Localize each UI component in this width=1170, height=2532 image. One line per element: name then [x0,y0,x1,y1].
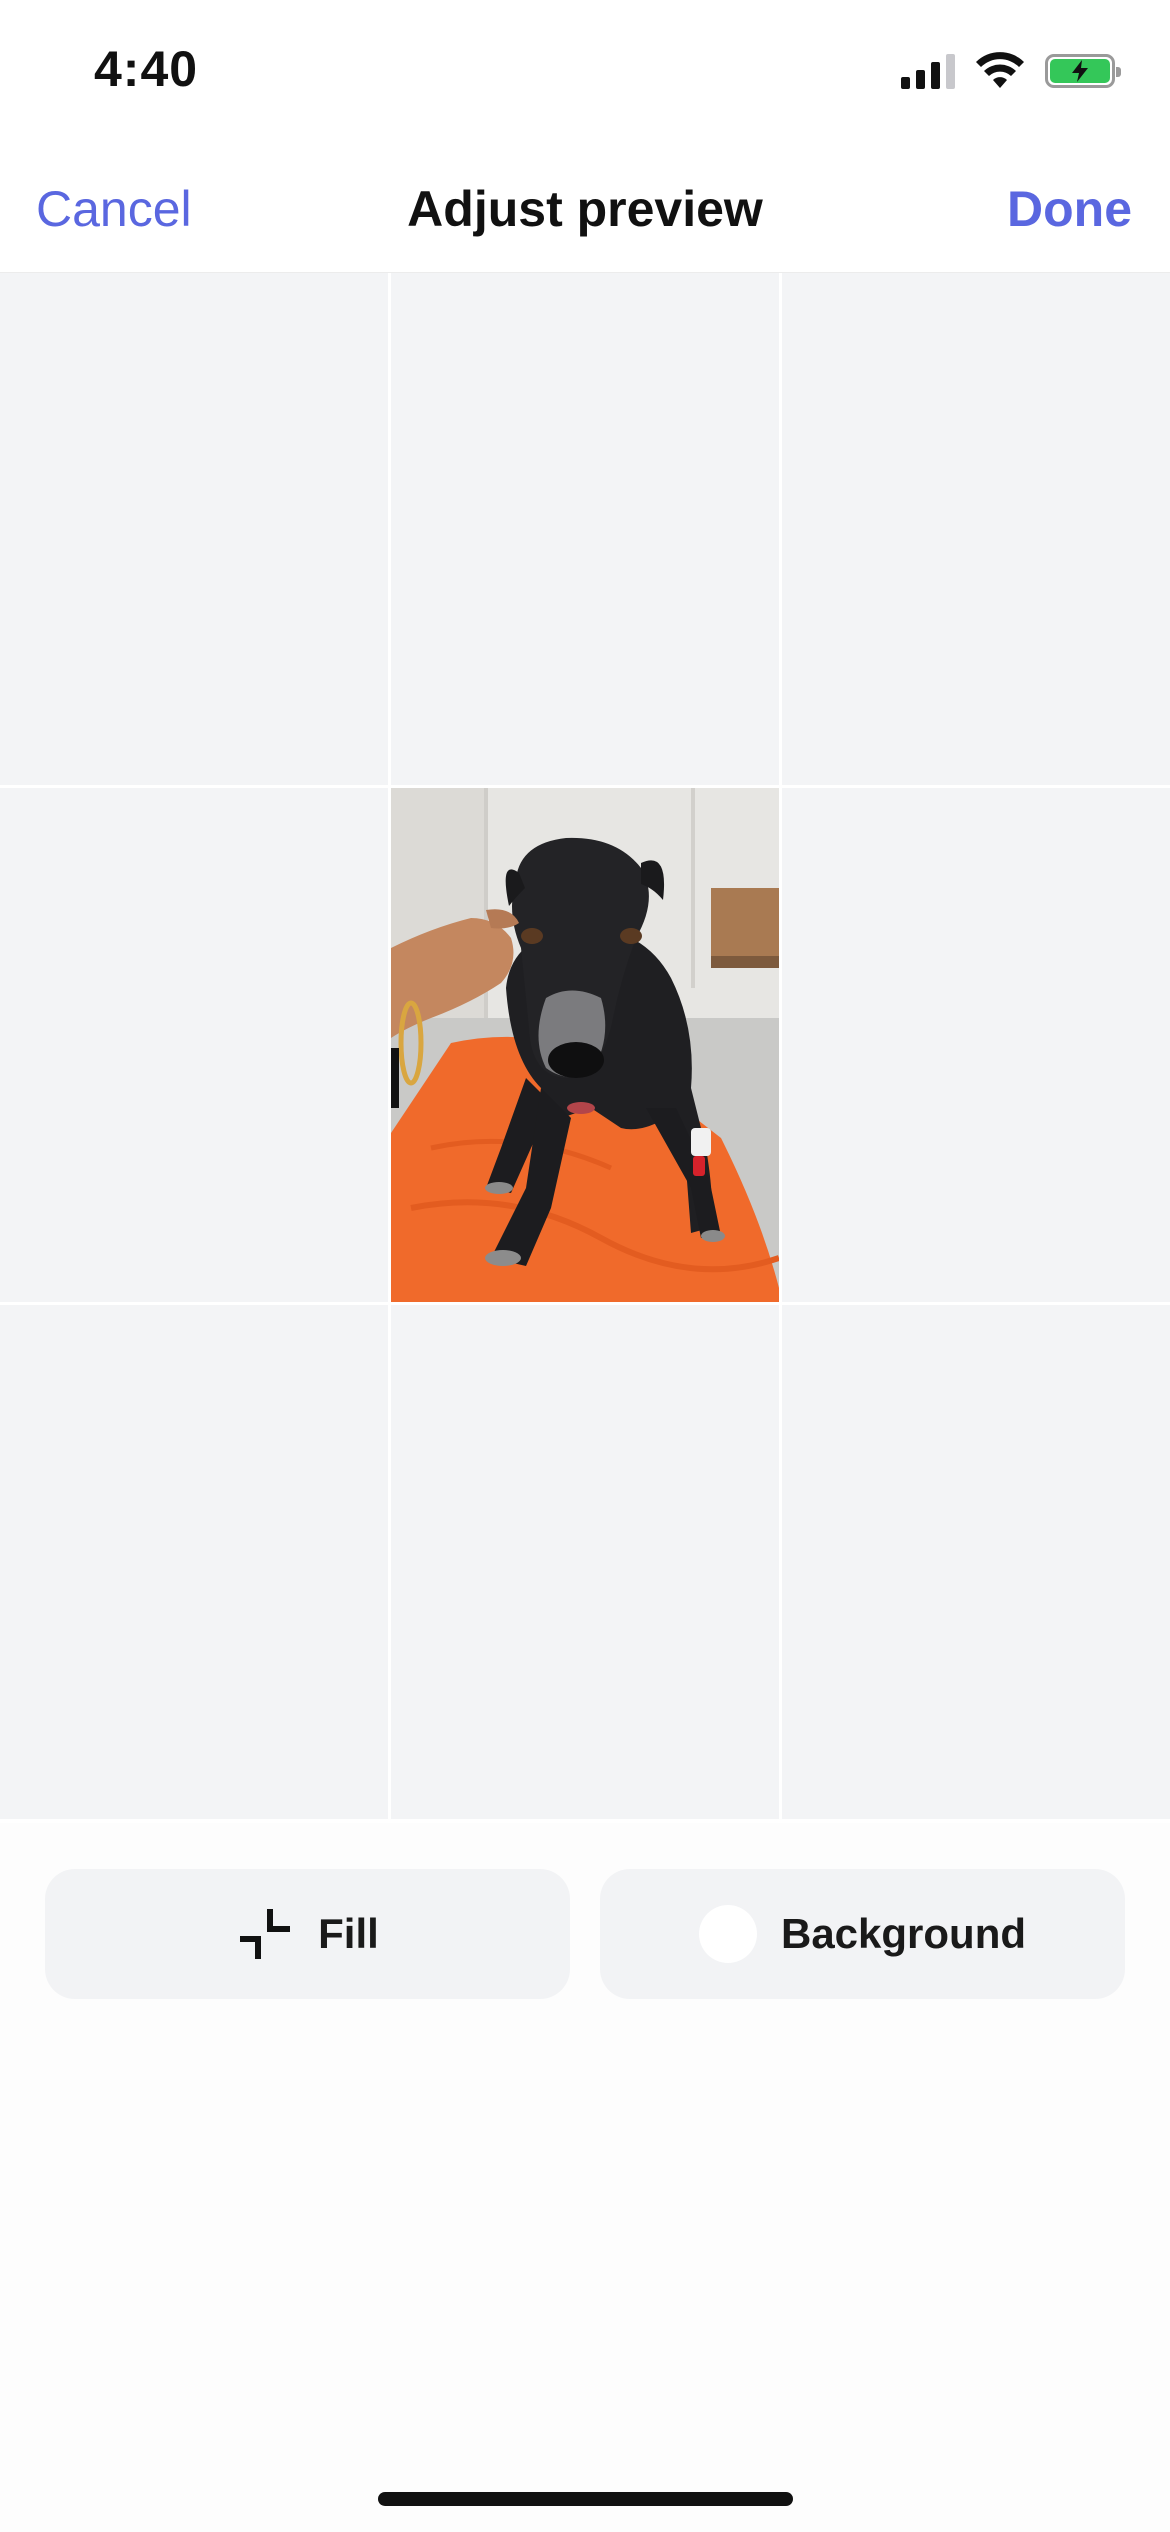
background-button-label: Background [780,1910,1027,1957]
grid-cell [782,273,1170,785]
battery-charging-icon [1045,54,1121,88]
grid-cell [0,273,388,785]
grid-cell [0,1305,388,1819]
grid-cell [0,788,388,1302]
fill-corners-icon [240,1909,291,1959]
grid-cell [391,273,779,785]
preview-photo[interactable] [391,788,779,1302]
background-button[interactable]: Background [600,1869,1125,1999]
wifi-icon [976,52,1024,88]
home-indicator[interactable] [378,2492,793,2506]
status-bar: 4:40 [0,0,1170,150]
preview-grid [0,273,1170,1823]
grid-cell [391,1305,779,1819]
page-title: Adjust preview [407,181,763,237]
dog-photo-image [391,788,779,1302]
bottom-controls: Fill Background [0,1823,1170,2532]
status-time: 4:40 [94,41,199,97]
nav-bar: Cancel Adjust preview Done [0,150,1170,274]
done-button[interactable]: Done [1007,180,1132,238]
status-icons [901,52,1121,90]
fill-button[interactable]: Fill [45,1869,570,1999]
cellular-signal-icon [901,53,955,89]
fill-button-label: Fill [318,1910,379,1957]
background-color-swatch [698,1905,757,1963]
grid-cell [782,788,1170,1302]
grid-cell [782,1305,1170,1819]
